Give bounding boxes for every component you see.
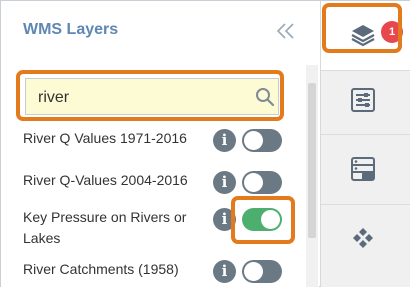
info-button[interactable]: i: [213, 260, 236, 283]
layer-row-river-q-values-1971: River Q Values 1971-2016 i: [1, 125, 301, 155]
rail-button-layers[interactable]: 1: [321, 1, 410, 71]
layer-label: River Q-Values 2004-2016: [23, 172, 188, 188]
info-button[interactable]: i: [213, 171, 236, 194]
right-rail: 1: [320, 1, 410, 287]
layer-label-continued: Lakes: [23, 230, 61, 246]
scrollbar[interactable]: [306, 65, 318, 287]
toggle-knob: [244, 131, 263, 150]
panel-title: WMS Layers: [23, 21, 119, 38]
database-list-icon: [351, 157, 375, 181]
layer-label: Key Pressure on Rivers or: [23, 209, 187, 225]
diamond-grid-icon: [353, 228, 373, 248]
panel-header: WMS Layers: [1, 1, 319, 65]
search-box: [25, 78, 279, 115]
rail-button-filters[interactable]: [321, 65, 410, 135]
toggle-knob: [244, 173, 263, 192]
layer-row-river-catchments: River Catchments (1958) i: [1, 257, 301, 287]
layer-toggle[interactable]: [242, 171, 282, 194]
notification-badge: 1: [381, 21, 403, 43]
layer-label: River Q Values 1971-2016: [23, 130, 187, 146]
scrollbar-thumb[interactable]: [308, 83, 316, 238]
layer-toggle[interactable]: [242, 260, 282, 283]
info-button[interactable]: i: [213, 208, 236, 231]
toggle-knob: [244, 262, 263, 281]
search-icon[interactable]: [254, 86, 276, 108]
toggle-knob: [261, 210, 280, 229]
layer-toggle[interactable]: [242, 208, 282, 231]
rail-button-basemaps[interactable]: [321, 205, 410, 275]
info-button[interactable]: i: [213, 129, 236, 152]
wms-layers-panel: WMS Layers River Q Values 1971-2016 i Ri…: [1, 1, 319, 287]
double-chevron-left-icon: [276, 23, 294, 39]
layer-label: River Catchments (1958): [23, 261, 179, 277]
layers-icon: [351, 25, 375, 47]
layer-row-key-pressure: Key Pressure on Rivers or Lakes i: [1, 207, 301, 251]
rail-button-data[interactable]: [321, 135, 410, 205]
layer-row-river-q-values-2004: River Q-Values 2004-2016 i: [1, 167, 301, 197]
collapse-panel-button[interactable]: [273, 19, 299, 43]
search-input[interactable]: [36, 84, 250, 112]
sliders-icon: [351, 88, 375, 112]
layer-toggle[interactable]: [242, 129, 282, 152]
